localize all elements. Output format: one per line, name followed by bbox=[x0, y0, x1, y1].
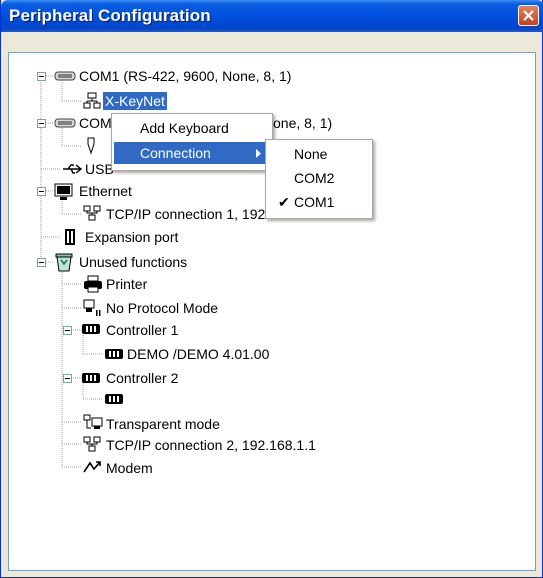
tree-node-expansion-port[interactable]: Expansion port bbox=[85, 228, 178, 246]
controller-icon bbox=[105, 349, 123, 359]
modem-icon bbox=[83, 461, 101, 473]
submenu-arrow-icon bbox=[256, 149, 261, 158]
tree-node-controller2[interactable]: Controller 2 bbox=[106, 369, 178, 387]
tree-node-ethernet[interactable]: Ethernet bbox=[79, 182, 132, 200]
submenu-item-com2-label: COM2 bbox=[294, 170, 335, 186]
tree-node-transparent-mode[interactable]: Transparent mode bbox=[106, 415, 220, 433]
peripheral-configuration-window: Peripheral Configuration COM1 (RS-422, 9… bbox=[0, 0, 543, 578]
menu-item-add-keyboard-label: Add Keyboard bbox=[140, 120, 229, 136]
network-icon bbox=[83, 92, 101, 109]
connection-submenu: None COM2 ✔ COM1 bbox=[265, 139, 373, 219]
tree-node-modem[interactable]: Modem bbox=[106, 459, 153, 477]
controller2-expander[interactable] bbox=[63, 374, 72, 383]
com2-expander[interactable] bbox=[37, 119, 46, 128]
tree-node-com2-suffix: one, 8, 1) bbox=[273, 115, 333, 131]
recycle-bin-icon bbox=[55, 253, 73, 272]
submenu-item-none[interactable]: None bbox=[268, 142, 370, 166]
menu-item-connection-label: Connection bbox=[140, 145, 211, 161]
context-menu: Add Keyboard Connection bbox=[111, 113, 273, 171]
no-protocol-icon bbox=[83, 299, 101, 316]
scanner-icon bbox=[87, 137, 95, 155]
tcpip-network-icon bbox=[83, 205, 101, 221]
title-bar[interactable]: Peripheral Configuration bbox=[1, 0, 543, 32]
tree-node-xkeynet[interactable]: X-KeyNet bbox=[103, 92, 167, 110]
menu-item-connection[interactable]: Connection bbox=[114, 142, 270, 164]
menu-item-add-keyboard[interactable]: Add Keyboard bbox=[114, 117, 270, 139]
tree-node-demo[interactable]: DEMO /DEMO 4.01.00 bbox=[127, 345, 269, 363]
controller-icon bbox=[82, 324, 100, 334]
tree-node-controller1[interactable]: Controller 1 bbox=[106, 321, 178, 339]
transparent-mode-icon bbox=[83, 414, 103, 429]
tree-node-com2[interactable]: COM bbox=[79, 114, 112, 132]
controller-icon[interactable] bbox=[104, 393, 124, 405]
ethernet-expander[interactable] bbox=[37, 187, 46, 196]
tree-node-usb[interactable]: USB bbox=[85, 160, 114, 178]
checkmark-icon: ✔ bbox=[278, 194, 290, 210]
serial-port-icon bbox=[54, 71, 76, 81]
tree-node-unused-functions[interactable]: Unused functions bbox=[79, 253, 187, 271]
tree-node-printer[interactable]: Printer bbox=[106, 275, 147, 293]
serial-port-icon bbox=[54, 118, 76, 128]
window-title: Peripheral Configuration bbox=[9, 6, 211, 25]
close-icon bbox=[523, 10, 534, 21]
com1-expander[interactable] bbox=[37, 72, 46, 81]
tcpip-network-icon bbox=[83, 436, 101, 452]
submenu-item-none-label: None bbox=[294, 146, 328, 162]
close-button[interactable] bbox=[518, 5, 539, 26]
submenu-item-com1[interactable]: ✔ COM1 bbox=[268, 190, 370, 214]
submenu-item-com2[interactable]: COM2 bbox=[268, 166, 370, 190]
expansion-port-icon bbox=[65, 229, 75, 245]
usb-icon bbox=[63, 164, 82, 174]
tree-node-com1[interactable]: COM1 (RS-422, 9600, None, 8, 1) bbox=[79, 67, 291, 85]
unused-functions-expander[interactable] bbox=[37, 258, 46, 267]
tree-node-no-protocol-mode[interactable]: No Protocol Mode bbox=[106, 299, 218, 317]
tree-node-tcpip2[interactable]: TCP/IP connection 2, 192.168.1.1 bbox=[106, 436, 316, 454]
controller-icon bbox=[82, 373, 100, 383]
monitor-icon bbox=[54, 183, 73, 200]
controller1-expander[interactable] bbox=[63, 326, 72, 335]
submenu-item-com1-label: COM1 bbox=[294, 194, 335, 210]
printer-icon bbox=[84, 275, 102, 293]
